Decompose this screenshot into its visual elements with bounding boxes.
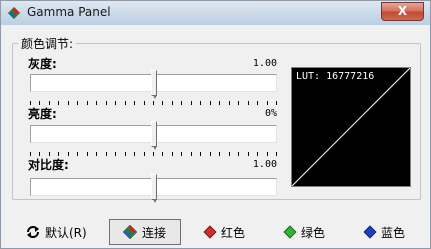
slider-tick <box>238 152 239 156</box>
slider-tick <box>248 152 249 156</box>
window-title: Gamma Panel <box>27 5 111 19</box>
slider-tick <box>96 152 97 156</box>
gray-label: 灰度: <box>28 57 57 71</box>
slider-tick <box>257 152 258 156</box>
rgb-link-icon <box>122 224 138 240</box>
slider-tick <box>162 101 163 105</box>
slider-tick <box>58 101 59 105</box>
slider-tick <box>162 152 163 156</box>
slider-tick <box>200 152 201 156</box>
slider-tick <box>87 152 88 156</box>
brightness-slider-thumb[interactable] <box>150 121 157 150</box>
slider-tick <box>229 101 230 105</box>
brightness-label: 亮度: <box>28 107 57 121</box>
slider-tick <box>125 101 126 105</box>
slider-tick <box>267 152 268 156</box>
lut-count: LUT: 16777216 <box>296 71 375 82</box>
red-diamond-icon <box>203 225 217 239</box>
slider-tick <box>276 152 277 156</box>
gray-slider-ticks <box>30 101 277 106</box>
link-button-label: 连接 <box>142 225 167 240</box>
slider-tick <box>96 101 97 105</box>
slider-tick <box>219 101 220 105</box>
slider-tick <box>191 152 192 156</box>
default-button[interactable]: 默认(R) <box>25 219 97 245</box>
slider-tick <box>200 101 201 105</box>
slider-tick <box>276 101 277 105</box>
gray-slider-thumb[interactable] <box>150 70 157 99</box>
slider-tick <box>77 101 78 105</box>
slider-tick <box>125 152 126 156</box>
slider-tick <box>106 152 107 156</box>
slider-tick <box>68 101 69 105</box>
blue-button-label: 蓝色 <box>381 225 406 240</box>
slider-tick <box>144 152 145 156</box>
group-title: 颜色调节: <box>18 35 77 52</box>
default-button-label: 默认(R) <box>45 225 87 240</box>
slider-tick <box>229 152 230 156</box>
slider-tick <box>210 152 211 156</box>
refresh-icon <box>27 226 39 238</box>
red-button-label: 红色 <box>221 225 246 240</box>
slider-tick <box>191 101 192 105</box>
slider-tick <box>87 101 88 105</box>
slider-tick <box>77 152 78 156</box>
lut-curve <box>292 68 410 186</box>
red-button[interactable]: 红色 <box>203 219 255 245</box>
slider-tick <box>115 101 116 105</box>
slider-tick <box>144 101 145 105</box>
close-icon: X <box>397 4 408 18</box>
slider-tick <box>257 101 258 105</box>
gamma-panel-window: Gamma Panel X 颜色调节: 灰度: 1.00 亮度: 0% 对比度:… <box>0 0 431 249</box>
slider-tick <box>172 152 173 156</box>
slider-tick <box>115 152 116 156</box>
blue-diamond-icon <box>363 225 377 239</box>
contrast-slider-thumb[interactable] <box>150 174 157 203</box>
slider-tick <box>267 101 268 105</box>
slider-tick <box>134 152 135 156</box>
title-bar[interactable]: Gamma Panel X <box>1 1 430 25</box>
green-diamond-icon <box>283 225 297 239</box>
slider-tick <box>181 101 182 105</box>
slider-tick <box>172 101 173 105</box>
link-button[interactable]: 连接 <box>109 219 181 245</box>
contrast-label: 对比度: <box>28 158 69 172</box>
blue-button[interactable]: 蓝色 <box>363 219 415 245</box>
gray-value: 1.00 <box>252 58 277 69</box>
green-button-label: 绿色 <box>301 225 326 240</box>
slider-tick <box>153 152 154 156</box>
contrast-value: 1.00 <box>252 159 277 170</box>
slider-tick <box>219 152 220 156</box>
slider-tick <box>106 101 107 105</box>
slider-tick <box>153 101 154 105</box>
brightness-value: 0% <box>264 108 277 119</box>
slider-tick <box>238 101 239 105</box>
app-icon <box>8 7 20 19</box>
slider-tick <box>210 101 211 105</box>
lut-preview: LUT: 16777216 <box>291 67 411 187</box>
green-button[interactable]: 绿色 <box>283 219 335 245</box>
close-button[interactable]: X <box>381 2 424 21</box>
slider-tick <box>181 152 182 156</box>
slider-tick <box>248 101 249 105</box>
slider-tick <box>134 101 135 105</box>
